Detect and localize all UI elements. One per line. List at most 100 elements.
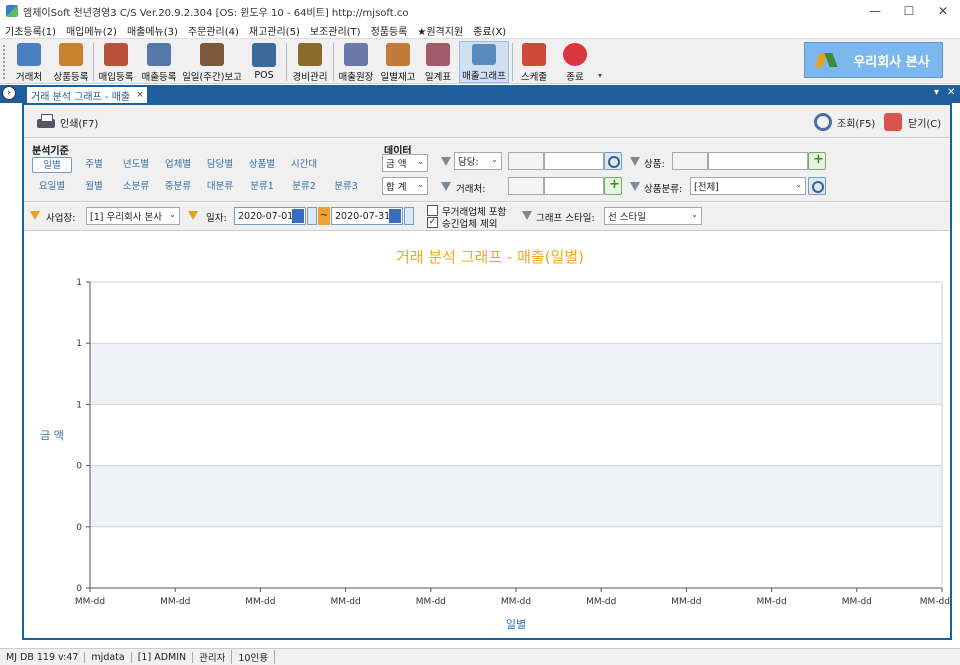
chevron-down-icon: ⌄ xyxy=(417,157,424,166)
print-button[interactable]: 인쇄(F7) xyxy=(36,111,98,133)
owner-code-field[interactable] xyxy=(508,152,544,170)
calendar-dropdown-icon[interactable] xyxy=(292,209,304,223)
criteria-monthly[interactable]: 월별 xyxy=(74,179,114,195)
company-hq-button[interactable]: 우리회사 본사 xyxy=(804,42,943,78)
category-select[interactable]: [전체] ⌄ xyxy=(690,177,806,195)
sales-ledger-button[interactable]: 매출원장 xyxy=(335,41,377,83)
printer-icon xyxy=(36,113,56,131)
close-panel-button[interactable]: 닫기(C) xyxy=(884,111,941,133)
criteria-class2[interactable]: 분류2 xyxy=(284,179,324,195)
criteria-by-hour[interactable]: 시간대 xyxy=(284,157,324,173)
pos-button[interactable]: POS xyxy=(246,41,282,83)
tab-label: 거래 분석 그래프 - 매출 xyxy=(31,91,131,103)
owner-name-field[interactable] xyxy=(544,152,604,170)
sales-graph-button[interactable]: 매출그래프 xyxy=(459,41,509,83)
schedule-button[interactable]: 스케줄 xyxy=(514,41,554,83)
exit-button[interactable]: 종료 xyxy=(557,41,593,83)
calendar-dropdown-icon[interactable] xyxy=(389,209,401,223)
metric-select[interactable]: 금 액 ⌄ xyxy=(382,154,428,172)
daily-report-button[interactable]: 일일(주간)보고 xyxy=(181,41,243,83)
close-all-tabs-icon[interactable]: ✕ xyxy=(947,87,955,98)
menu-inventory[interactable]: 재고관리(5) xyxy=(244,23,305,38)
toolbar-separator xyxy=(512,43,513,81)
customer-name-field[interactable] xyxy=(544,177,604,195)
x-tick-label: MM-dd xyxy=(245,597,275,607)
menu-orders[interactable]: 주문관리(4) xyxy=(183,23,244,38)
customer-code-field[interactable] xyxy=(508,177,544,195)
purchase-register-button[interactable]: 매입등록 xyxy=(95,41,137,83)
customer-add-icon[interactable] xyxy=(604,177,622,195)
menu-license[interactable]: 정품등록 xyxy=(366,23,413,38)
criteria-class1[interactable]: 분류1 xyxy=(242,179,282,195)
criteria-by-product[interactable]: 상품별 xyxy=(242,157,282,173)
menu-remote-support[interactable]: ★원격지원 xyxy=(412,23,468,38)
menu-purchase[interactable]: 매입메뉴(2) xyxy=(61,23,122,38)
product-name-field[interactable] xyxy=(708,152,808,170)
site-select[interactable]: [1] 우리회사 본사 ⌄ xyxy=(86,207,180,225)
tab-sales-analysis-graph[interactable]: 거래 분석 그래프 - 매출 × xyxy=(27,87,147,103)
include-inactive-checkbox[interactable] xyxy=(427,205,438,216)
criteria-minor-category[interactable]: 소분류 xyxy=(116,179,156,195)
criteria-yearly[interactable]: 년도별 xyxy=(116,157,156,173)
daily-summary-button[interactable]: 일계표 xyxy=(420,41,456,83)
exclude-hidden-label: 승긴업체 제외 xyxy=(442,219,498,230)
product-add-icon[interactable] xyxy=(808,152,826,170)
owner-search-icon[interactable] xyxy=(604,152,622,170)
criteria-by-vendor[interactable]: 업체별 xyxy=(158,157,198,173)
category-search-icon[interactable] xyxy=(808,177,826,195)
criteria-major-category[interactable]: 대분류 xyxy=(200,179,240,195)
tab-list-dropdown-icon[interactable]: ▾ xyxy=(934,87,939,98)
date-to-input[interactable]: 2020-07-31 xyxy=(331,207,403,225)
filter-area: 분석기준 일별 주별 년도별 업체별 담당별 상품별 시간대 요일별 월별 소분… xyxy=(24,139,950,202)
menu-exit[interactable]: 종료(X) xyxy=(468,23,511,38)
criteria-weekday[interactable]: 요일별 xyxy=(32,179,72,195)
product-code-field[interactable] xyxy=(672,152,708,170)
chevron-right-icon[interactable]: › xyxy=(2,86,16,100)
door-exit-icon xyxy=(884,113,902,131)
graph-style-select[interactable]: 선 스타일 ⌄ xyxy=(604,207,702,225)
product-label: 상품: xyxy=(644,159,665,170)
x-tick-label: MM-dd xyxy=(756,597,786,607)
filter-icon xyxy=(441,182,451,191)
toolbar-overflow-icon[interactable]: ▾ xyxy=(598,71,602,80)
maximize-button[interactable]: ☐ xyxy=(892,0,926,22)
criteria-weekly[interactable]: 주별 xyxy=(74,157,114,173)
exclude-hidden-checkbox[interactable]: ✓ xyxy=(427,217,438,228)
status-database: mjdata xyxy=(85,651,132,663)
date-from-input[interactable]: 2020-07-01 xyxy=(234,207,306,225)
sales-graph: 거래 분석 그래프 - 매출(일별) 1 1 1 0 0 0 MM-dd MM-dd MM-dd… xyxy=(40,248,950,631)
customer-button[interactable]: 거래처 xyxy=(10,41,48,83)
criteria-daily[interactable]: 일별 xyxy=(32,157,72,173)
graph-style-label: 그래프 스타일: xyxy=(536,213,595,224)
product-register-button[interactable]: 상품등록 xyxy=(50,41,92,83)
menu-sales[interactable]: 매출메뉴(3) xyxy=(122,23,183,38)
status-role: 관리자 xyxy=(193,650,233,664)
criteria-class3[interactable]: 분류3 xyxy=(326,179,366,195)
date-from-spinner[interactable] xyxy=(307,207,317,225)
x-tick-label: MM-dd xyxy=(586,597,616,607)
minimize-button[interactable]: — xyxy=(858,0,892,22)
y-tick-label: 0 xyxy=(76,523,82,533)
sales-register-button[interactable]: 매출등록 xyxy=(138,41,180,83)
chevron-down-icon: ⌄ xyxy=(417,180,424,189)
tab-close-icon[interactable]: × xyxy=(136,90,144,100)
search-button[interactable]: 조회(F5) xyxy=(814,111,875,133)
filter-icon xyxy=(630,157,640,166)
toolbar-grip[interactable] xyxy=(3,45,5,79)
x-tick-label: MM-dd xyxy=(416,597,446,607)
menu-auxiliary[interactable]: 보조관리(T) xyxy=(305,23,366,38)
aggregate-select[interactable]: 합 계 ⌄ xyxy=(382,177,428,195)
category-label: 상품분류: xyxy=(644,184,683,195)
menu-basic-registration[interactable]: 기초등록(1) xyxy=(0,23,61,38)
criteria-mid-category[interactable]: 중분류 xyxy=(158,179,198,195)
expense-button[interactable]: 경비관리 xyxy=(289,41,331,83)
analysis-panel: 인쇄(F7) 조회(F5) 닫기(C) 분석기준 일별 주별 년도별 업체별 담… xyxy=(22,103,952,640)
status-user: [1] ADMIN xyxy=(132,651,194,663)
close-window-button[interactable]: ✕ xyxy=(926,0,960,22)
panel-toolbar: 인쇄(F7) 조회(F5) 닫기(C) xyxy=(24,105,950,138)
y-tick-label: 1 xyxy=(76,400,82,410)
owner-select[interactable]: 담당: ⌄ xyxy=(454,152,502,170)
daily-stock-button[interactable]: 일별재고 xyxy=(377,41,419,83)
date-to-spinner[interactable] xyxy=(404,207,414,225)
criteria-by-owner[interactable]: 담당별 xyxy=(200,157,240,173)
